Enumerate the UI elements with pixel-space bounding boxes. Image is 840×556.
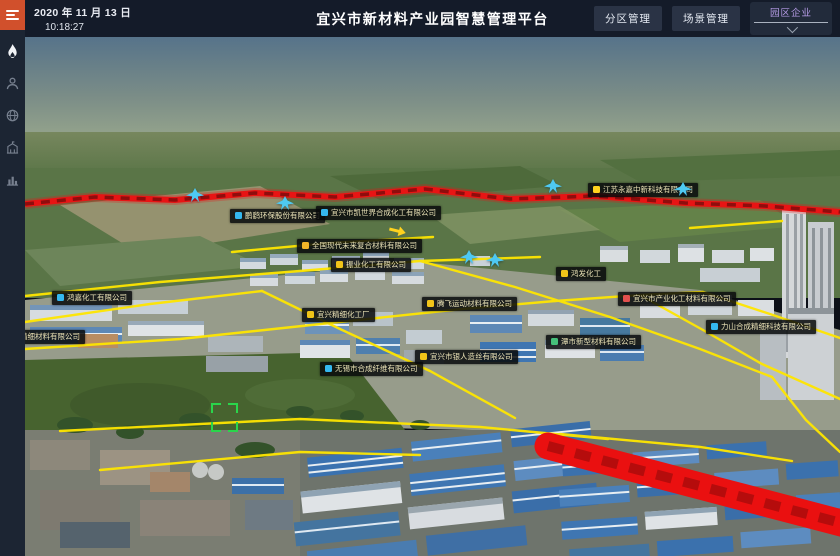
company-marker-icon bbox=[57, 294, 64, 301]
jet-3d-marker-icon[interactable] bbox=[486, 253, 504, 267]
company-marker-icon bbox=[561, 270, 568, 277]
sidebar bbox=[0, 30, 25, 556]
park-enterprise-dropdown[interactable]: 园区企业 bbox=[750, 2, 832, 35]
globe-icon[interactable] bbox=[5, 108, 20, 123]
company-label-text: 力山合成精细科技有限公司 bbox=[721, 323, 811, 331]
date-text: 2020 年 11 月 13 日 bbox=[34, 5, 131, 20]
company-marker-icon bbox=[711, 323, 718, 330]
map-label[interactable]: 宜兴市产业化工材料有限公司 bbox=[618, 292, 736, 306]
company-label-text: 宜兴精细化工厂 bbox=[317, 311, 370, 319]
company-label-text: 振业化工有限公司 bbox=[346, 261, 406, 269]
company-label-text: 无锡市合成纤维有限公司 bbox=[335, 365, 418, 373]
zone-management-button[interactable]: 分区管理 bbox=[594, 6, 662, 31]
bar-chart-icon[interactable] bbox=[5, 172, 20, 187]
map-label[interactable]: 振业化工有限公司 bbox=[331, 258, 411, 272]
top-bar: 2020 年 11 月 13 日 10:18:27 宜兴市新材料产业园智慧管理平… bbox=[25, 0, 840, 37]
jet-3d-marker-icon[interactable] bbox=[460, 250, 478, 264]
company-label-text: 全国现代未来复合材料有限公司 bbox=[312, 242, 417, 250]
map-3d-scene[interactable] bbox=[0, 0, 840, 556]
company-marker-icon bbox=[307, 311, 314, 318]
map-label[interactable]: 潭市新型材料有限公司 bbox=[546, 335, 641, 349]
map-label[interactable]: 鸿发化工 bbox=[556, 267, 606, 281]
company-marker-icon bbox=[623, 295, 630, 302]
company-label-text: 宜兴市凯世界合成化工有限公司 bbox=[331, 209, 436, 217]
company-marker-icon bbox=[427, 300, 434, 307]
company-marker-icon bbox=[593, 186, 600, 193]
map-label[interactable]: 全国现代未来复合材料有限公司 bbox=[297, 239, 422, 253]
map-label[interactable]: 无锡市合成纤维有限公司 bbox=[320, 362, 423, 376]
map-label[interactable]: 宜兴市银人造丝有限公司 bbox=[415, 350, 518, 364]
hamburger-menu-icon bbox=[6, 8, 19, 22]
map-label[interactable]: 鸿嘉化工有限公司 bbox=[52, 291, 132, 305]
company-label-text: 腾飞运动材料有限公司 bbox=[437, 300, 512, 308]
company-label-text: 潭市新型材料有限公司 bbox=[561, 338, 636, 346]
time-text: 10:18:27 bbox=[45, 22, 131, 33]
company-label-text: 宜兴市产业化工材料有限公司 bbox=[633, 295, 731, 303]
map-label[interactable]: 宜兴精细化工厂 bbox=[302, 308, 375, 322]
map-label[interactable]: 鹏鹞环保股份有限公司 bbox=[230, 209, 325, 223]
company-label-text: 鹏鹞环保股份有限公司 bbox=[245, 212, 320, 220]
map-label[interactable]: 力山合成精细科技有限公司 bbox=[706, 320, 816, 334]
company-label-text: 宜兴市银人造丝有限公司 bbox=[430, 353, 513, 361]
map-label[interactable]: 腾飞运动材料有限公司 bbox=[422, 297, 517, 311]
company-marker-icon bbox=[302, 242, 309, 249]
chevron-down-icon bbox=[787, 22, 798, 33]
company-marker-icon bbox=[321, 209, 328, 216]
user-icon[interactable] bbox=[5, 76, 20, 91]
jet-3d-marker-icon[interactable] bbox=[544, 179, 562, 193]
jet-3d-marker-icon[interactable] bbox=[186, 188, 204, 202]
company-marker-icon bbox=[551, 338, 558, 345]
building-icon[interactable] bbox=[5, 140, 20, 155]
jet-3d-marker-icon[interactable] bbox=[674, 182, 692, 196]
company-marker-icon bbox=[420, 353, 427, 360]
company-marker-icon bbox=[325, 365, 332, 372]
scene-management-button[interactable]: 场景管理 bbox=[672, 6, 740, 31]
company-marker-icon bbox=[235, 212, 242, 219]
company-label-text: 鸿嘉化工有限公司 bbox=[67, 294, 127, 302]
company-marker-icon bbox=[336, 261, 343, 268]
jet-3d-marker-icon[interactable] bbox=[276, 196, 294, 210]
flame-icon[interactable] bbox=[5, 44, 20, 59]
map-label[interactable]: 宜兴市凯世界合成化工有限公司 bbox=[316, 206, 441, 220]
company-label-text: 鸿发化工 bbox=[571, 270, 601, 278]
dropdown-label: 园区企业 bbox=[770, 5, 812, 19]
main-menu-button[interactable] bbox=[0, 0, 25, 30]
datetime: 2020 年 11 月 13 日 10:18:27 bbox=[34, 5, 131, 33]
